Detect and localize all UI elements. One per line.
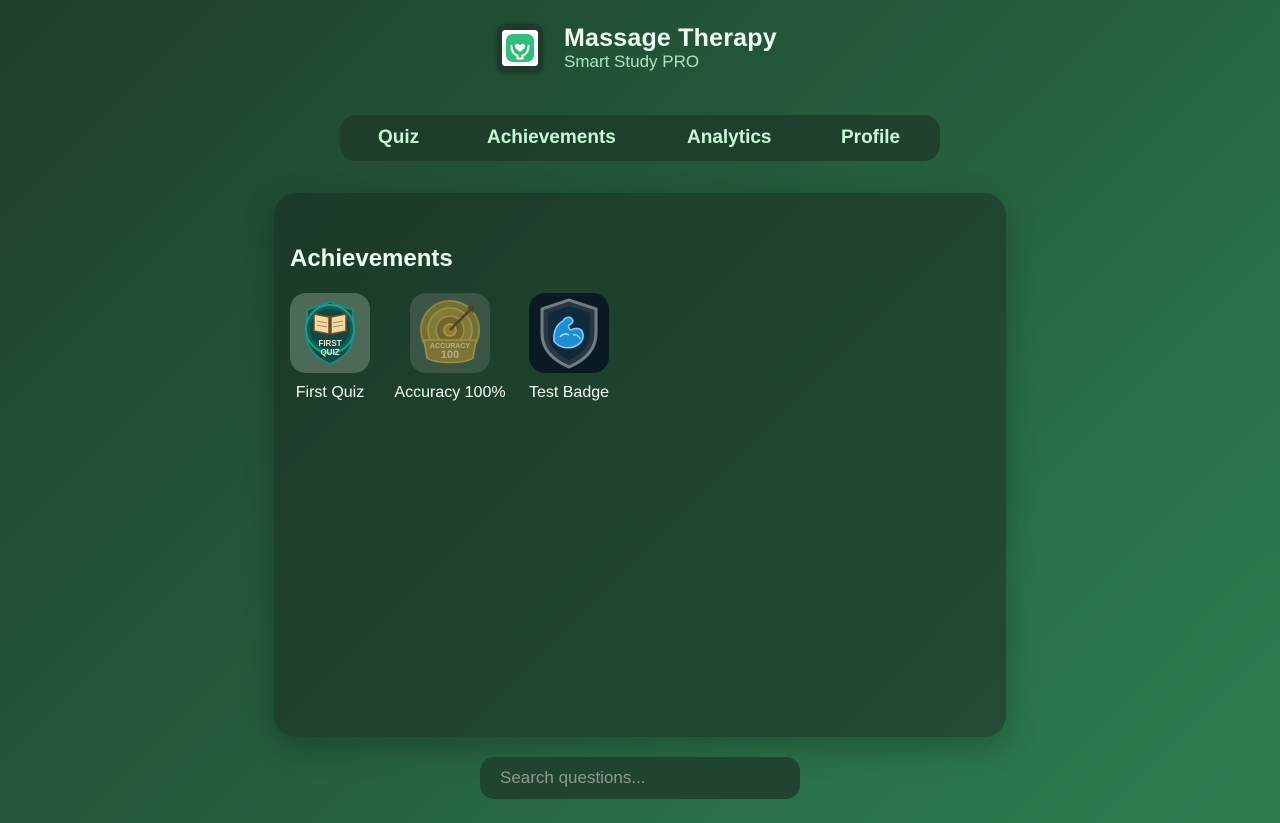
achievements-panel: Achievements FIRST QUIZ First Quiz ACCUR… xyxy=(274,193,1006,737)
nav-item-achievements[interactable]: Achievements xyxy=(487,115,616,161)
main-nav: Quiz Achievements Analytics Profile xyxy=(340,115,940,161)
badge-label: First Quiz xyxy=(295,384,365,401)
nav-item-analytics[interactable]: Analytics xyxy=(687,115,771,161)
app-header: Massage Therapy Smart Study PRO xyxy=(497,24,777,72)
badge-emblem-text: QUIZ xyxy=(320,348,339,357)
flexed-arm-shield-icon xyxy=(529,293,609,373)
target-arrow-badge-icon: ACCURACY 100 xyxy=(410,293,490,373)
badge-test[interactable]: Test Badge xyxy=(529,293,609,401)
open-book-badge-icon: FIRST QUIZ xyxy=(290,293,370,373)
panel-title: Achievements xyxy=(290,245,453,272)
badge-label: Accuracy 100% xyxy=(394,384,506,401)
nav-item-profile[interactable]: Profile xyxy=(841,115,900,161)
badge-label: Test Badge xyxy=(528,384,610,401)
badge-emblem-text: FIRST xyxy=(318,339,341,348)
app-subtitle: Smart Study PRO xyxy=(564,52,700,71)
badge-first-quiz[interactable]: FIRST QUIZ First Quiz xyxy=(290,293,370,401)
nav-item-quiz[interactable]: Quiz xyxy=(378,115,419,161)
hands-heart-icon xyxy=(497,24,543,72)
badge-emblem-text: 100 xyxy=(441,349,459,361)
badge-accuracy-100[interactable]: ACCURACY 100 Accuracy 100% xyxy=(394,293,506,401)
search-input[interactable] xyxy=(480,757,800,799)
app-title: Massage Therapy xyxy=(564,24,777,52)
